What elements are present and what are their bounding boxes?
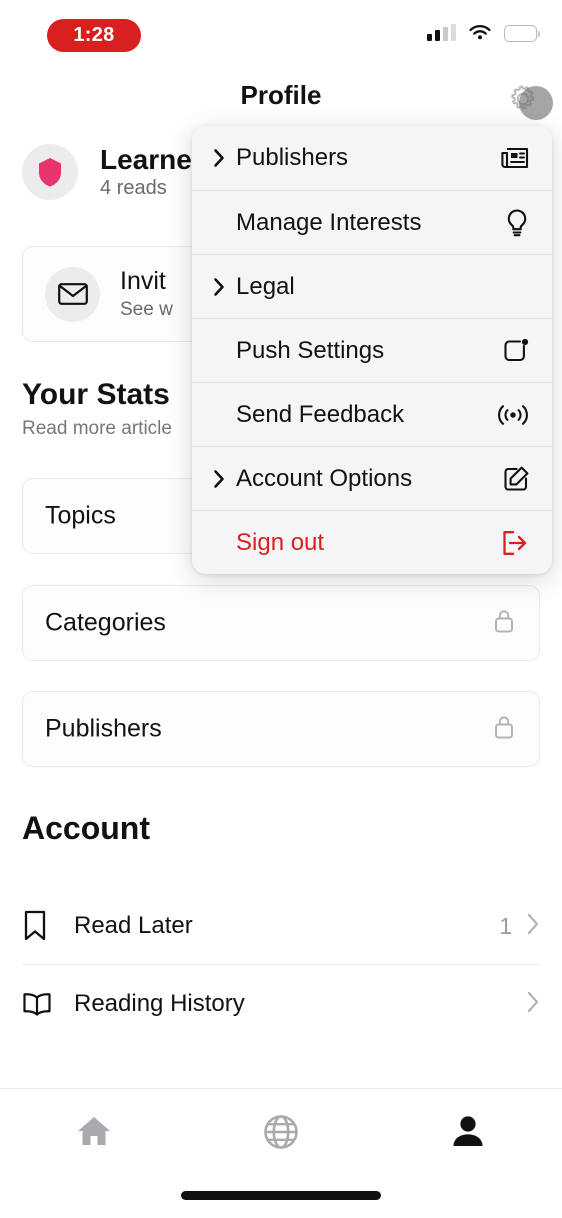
- home-indicator: [181, 1191, 381, 1200]
- profile-reads: 4 reads: [100, 177, 167, 200]
- stats-subheading: Read more article: [22, 418, 172, 439]
- notification-badge-icon: [502, 337, 530, 365]
- tab-home[interactable]: [0, 1089, 187, 1175]
- account-row-reading-history[interactable]: Reading History: [22, 966, 540, 1042]
- menu-item-account-options[interactable]: Account Options: [192, 446, 552, 510]
- menu-item-legal[interactable]: Legal: [192, 254, 552, 318]
- chevron-right-icon: [212, 148, 236, 168]
- chevron-right-icon: [526, 990, 540, 1019]
- stat-card-label: Categories: [45, 608, 166, 637]
- bottom-tab-bar: [0, 1088, 562, 1218]
- logout-icon: [500, 529, 530, 557]
- stat-card-label: Topics: [45, 501, 116, 530]
- lightbulb-icon: [504, 208, 530, 238]
- menu-item-label: Publishers: [236, 144, 349, 171]
- chevron-right-icon: [526, 912, 540, 941]
- account-row-label: Reading History: [74, 990, 245, 1017]
- lock-icon: [493, 714, 515, 745]
- invite-subtitle: See w: [120, 298, 173, 320]
- stat-card-categories[interactable]: Categories: [22, 585, 540, 661]
- broadcast-icon: [496, 402, 530, 428]
- divider: [22, 964, 540, 965]
- avatar: [22, 144, 78, 201]
- battery-low-icon: [504, 24, 540, 42]
- wifi-icon: [468, 24, 492, 42]
- book-open-icon: [22, 991, 74, 1017]
- status-bar: 1:28: [0, 0, 562, 66]
- profile-text: Learner 4 reads: [100, 144, 203, 200]
- chevron-right-icon: [212, 277, 236, 297]
- chevron-right-icon: [212, 469, 236, 489]
- menu-item-publishers[interactable]: Publishers: [192, 126, 552, 190]
- settings-dropdown-menu[interactable]: Publishers Manage Interests Legal Push S…: [192, 126, 552, 574]
- invite-title: Invit: [120, 267, 166, 296]
- profile-summary[interactable]: Learner 4 reads: [22, 144, 203, 201]
- tab-discover[interactable]: [187, 1089, 374, 1175]
- menu-item-send-feedback[interactable]: Send Feedback: [192, 382, 552, 446]
- account-heading: Account: [22, 810, 150, 846]
- account-row-read-later[interactable]: Read Later 1: [22, 888, 540, 964]
- stat-card-publishers[interactable]: Publishers: [22, 691, 540, 767]
- phone-screen: 1:28 Profile Learner 4 reads Invit See w…: [0, 0, 562, 1218]
- stat-card-label: Publishers: [45, 714, 162, 743]
- menu-item-manage-interests[interactable]: Manage Interests: [192, 190, 552, 254]
- lock-icon: [493, 608, 515, 639]
- envelope-icon: [45, 266, 100, 322]
- menu-item-label: Sign out: [236, 528, 325, 556]
- menu-item-label: Account Options: [236, 464, 413, 492]
- account-row-label: Read Later: [74, 912, 193, 939]
- menu-item-sign-out[interactable]: Sign out: [192, 510, 552, 574]
- edit-square-icon: [502, 465, 530, 493]
- status-icons: [427, 24, 540, 42]
- stats-heading: Your Stats: [22, 378, 170, 411]
- menu-item-label: Send Feedback: [236, 400, 405, 428]
- newspaper-icon: [500, 145, 530, 171]
- status-time: 1:28: [73, 24, 115, 46]
- read-later-count: 1: [499, 912, 512, 939]
- page-title: Profile: [240, 80, 322, 110]
- home-icon: [77, 1117, 110, 1145]
- app-header: Profile: [0, 66, 562, 128]
- status-time-pill: 1:28: [47, 19, 141, 52]
- globe-icon: [264, 1115, 298, 1149]
- tab-profile[interactable]: [375, 1089, 562, 1175]
- touch-point-indicator: [519, 86, 553, 120]
- menu-item-label: Manage Interests: [236, 208, 422, 236]
- profile-name: Learner: [100, 144, 203, 175]
- bookmark-icon: [22, 910, 74, 942]
- settings-gear-button[interactable]: [500, 78, 553, 120]
- menu-item-label: Push Settings: [236, 336, 385, 364]
- cellular-signal-icon: [427, 24, 456, 41]
- person-icon: [453, 1116, 483, 1146]
- shield-badge-icon: [39, 158, 61, 187]
- menu-item-label: Legal: [236, 272, 295, 300]
- menu-item-push-settings[interactable]: Push Settings: [192, 318, 552, 382]
